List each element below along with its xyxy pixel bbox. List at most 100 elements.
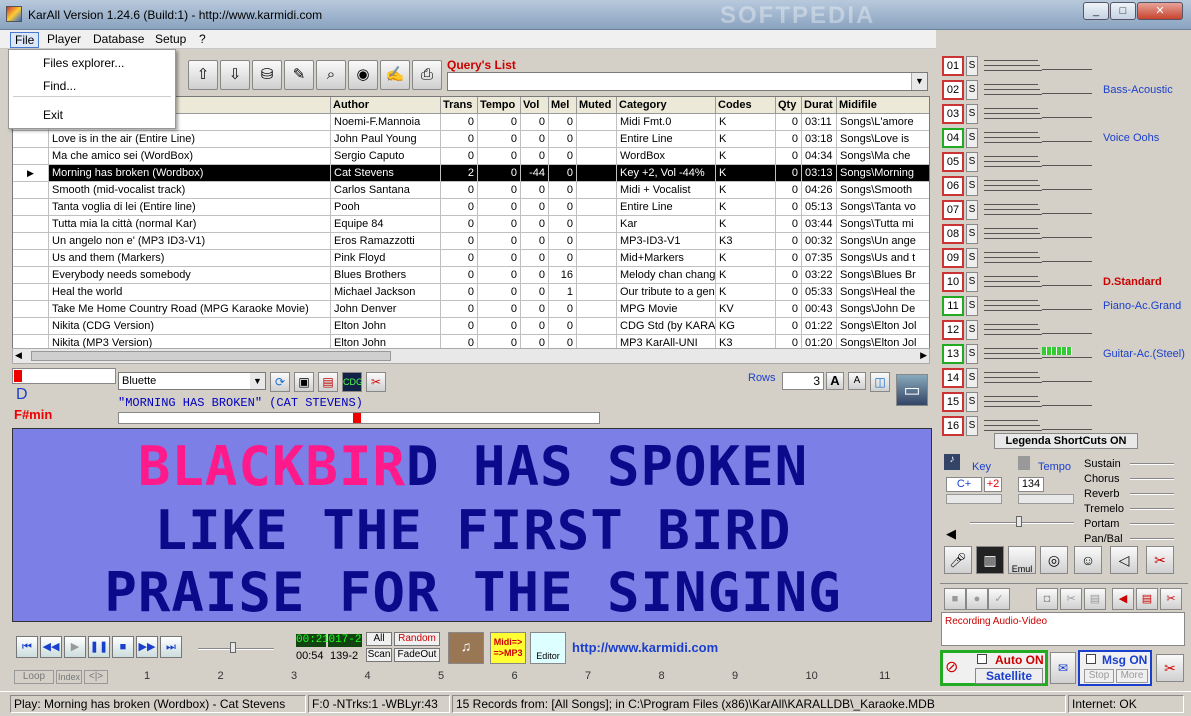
menu-setup[interactable]: Setup: [155, 32, 186, 46]
more-button[interactable]: More: [1116, 669, 1148, 683]
maximize-button[interactable]: □: [1110, 2, 1136, 20]
channel-number-button[interactable]: 07: [942, 200, 964, 220]
volume-slider[interactable]: [198, 648, 274, 650]
column-header[interactable]: Author: [331, 97, 441, 114]
film-icon[interactable]: ▤: [318, 372, 338, 392]
channel-slider[interactable]: [984, 353, 1040, 354]
audio-icon[interactable]: ◀: [1112, 588, 1134, 610]
save-icon[interactable]: ▤: [1084, 588, 1106, 610]
msg-on-checkbox[interactable]: [1086, 654, 1096, 664]
microphone-icon[interactable]: 🎤︎: [944, 546, 972, 574]
database-icon[interactable]: ⛁: [252, 60, 282, 90]
stop-icon[interactable]: ■: [112, 636, 134, 658]
search-icon[interactable]: ⌕: [316, 60, 346, 90]
reverb-slider[interactable]: [1130, 493, 1174, 495]
channel-slider[interactable]: [984, 233, 1040, 234]
column-header[interactable]: Midifile: [837, 97, 929, 114]
channel-slider[interactable]: [984, 84, 1038, 85]
channel-volume-slider[interactable]: [1042, 93, 1092, 94]
singer-icon[interactable]: ☺: [1074, 546, 1102, 574]
midi-to-mp3-button[interactable]: Midi=> =>MP3: [490, 632, 526, 664]
key-stepper[interactable]: [946, 494, 1002, 504]
column-header[interactable]: Mel: [549, 97, 577, 114]
table-row[interactable]: Love is in the air (Entire Line) John Pau…: [13, 131, 929, 148]
solo-button[interactable]: S: [966, 320, 978, 340]
bookmark-number[interactable]: 9: [732, 670, 738, 682]
channel-slider[interactable]: [984, 108, 1038, 109]
bookmark-number[interactable]: 10: [806, 670, 818, 682]
download-icon[interactable]: ⇩: [220, 60, 250, 90]
channel-slider[interactable]: [984, 382, 1042, 383]
solo-button[interactable]: S: [966, 80, 978, 100]
solo-button[interactable]: S: [966, 272, 978, 292]
scroll-thumb[interactable]: [31, 351, 391, 361]
channel-slider[interactable]: [984, 214, 1042, 215]
channel-slider[interactable]: [984, 209, 1040, 210]
channel-slider[interactable]: [984, 156, 1038, 157]
rows-stepper[interactable]: 3: [782, 372, 824, 390]
channel-number-button[interactable]: 03: [942, 104, 964, 124]
channel-number-button[interactable]: 11: [942, 296, 964, 316]
table-row[interactable]: Everybody needs somebody Blues Brothers 0 0…: [13, 267, 929, 284]
bookmark-number[interactable]: 11: [879, 670, 890, 682]
website-link[interactable]: http://www.karmidi.com: [572, 640, 718, 655]
song-position-bar[interactable]: [118, 412, 600, 424]
channel-slider[interactable]: [984, 257, 1040, 258]
pause-icon[interactable]: ❚❚: [88, 636, 110, 658]
solo-button[interactable]: S: [966, 416, 978, 436]
random-button[interactable]: Random: [394, 632, 440, 646]
channel-slider[interactable]: [984, 166, 1042, 167]
emul-button[interactable]: Emul: [1008, 546, 1036, 574]
menu-item-find[interactable]: Find...: [43, 79, 76, 93]
songs-table[interactable]: Author Trans Tempo Vol Mel Muted Category Codes…: [12, 96, 930, 364]
table-row[interactable]: ▶ Morning has broken (Wordbox) Cat Stevens…: [13, 165, 929, 182]
channel-volume-slider[interactable]: [1042, 333, 1092, 334]
channel-slider[interactable]: [984, 89, 1040, 90]
channel-slider[interactable]: [984, 420, 1038, 421]
channel-slider[interactable]: [984, 262, 1042, 263]
menu-help[interactable]: ?: [199, 32, 206, 46]
table-row[interactable]: Nikita (CDG Version) Elton John 0 0 0 0 CDG St…: [13, 318, 929, 335]
menu-file[interactable]: File: [10, 32, 40, 48]
solo-button[interactable]: S: [966, 104, 978, 124]
solo-button[interactable]: S: [966, 296, 978, 316]
solo-button[interactable]: S: [966, 344, 978, 364]
notes-icon[interactable]: ✍: [380, 60, 410, 90]
table-row[interactable]: Tutta mia la città (normal Kar) Equipe 84…: [13, 216, 929, 233]
channel-slider[interactable]: [984, 396, 1038, 397]
legend-shortcuts-button[interactable]: Legenda ShortCuts ON: [994, 433, 1138, 449]
channel-slider[interactable]: [984, 329, 1040, 330]
channel-number-button[interactable]: 08: [942, 224, 964, 244]
disk-icon[interactable]: ◉: [348, 60, 378, 90]
channel-slider[interactable]: [984, 358, 1042, 359]
tempo-stepper[interactable]: [1018, 494, 1074, 504]
rec-stop-icon[interactable]: ■: [944, 588, 966, 610]
channel-volume-slider[interactable]: [1042, 213, 1092, 214]
key-value[interactable]: C+: [946, 477, 982, 492]
channel-volume-slider[interactable]: [1042, 117, 1092, 118]
solo-button[interactable]: S: [966, 176, 978, 196]
volume-knob[interactable]: [230, 642, 236, 653]
horizontal-scrollbar[interactable]: ◀ ▶: [12, 348, 930, 364]
channel-slider[interactable]: [984, 406, 1042, 407]
bookmark-number[interactable]: 7: [585, 670, 591, 682]
menu-item-exit[interactable]: Exit: [43, 108, 63, 122]
font-smaller-button[interactable]: A: [848, 372, 866, 390]
channel-slider[interactable]: [984, 180, 1038, 181]
song-position-marker[interactable]: [353, 413, 361, 423]
channel-volume-slider[interactable]: [1042, 69, 1092, 70]
channel-number-button[interactable]: 10: [942, 272, 964, 292]
rewind-icon[interactable]: ◀◀: [40, 636, 62, 658]
channel-number-button[interactable]: 16: [942, 416, 964, 436]
play-icon[interactable]: ▶: [64, 636, 86, 658]
window-icon[interactable]: ◫: [870, 372, 890, 392]
bookmark-number[interactable]: 5: [438, 670, 444, 682]
channel-slider[interactable]: [984, 238, 1042, 239]
menu-database[interactable]: Database: [93, 32, 144, 46]
key-shift[interactable]: +2: [984, 477, 1002, 492]
tremelo-slider[interactable]: [1130, 508, 1174, 510]
table-row[interactable]: Ma che amico sei (WordBox) Sergio Caputo 0…: [13, 148, 929, 165]
bookmark-number[interactable]: 4: [365, 670, 371, 682]
camera-icon[interactable]: ◘: [1036, 588, 1058, 610]
channel-slider[interactable]: [984, 190, 1042, 191]
